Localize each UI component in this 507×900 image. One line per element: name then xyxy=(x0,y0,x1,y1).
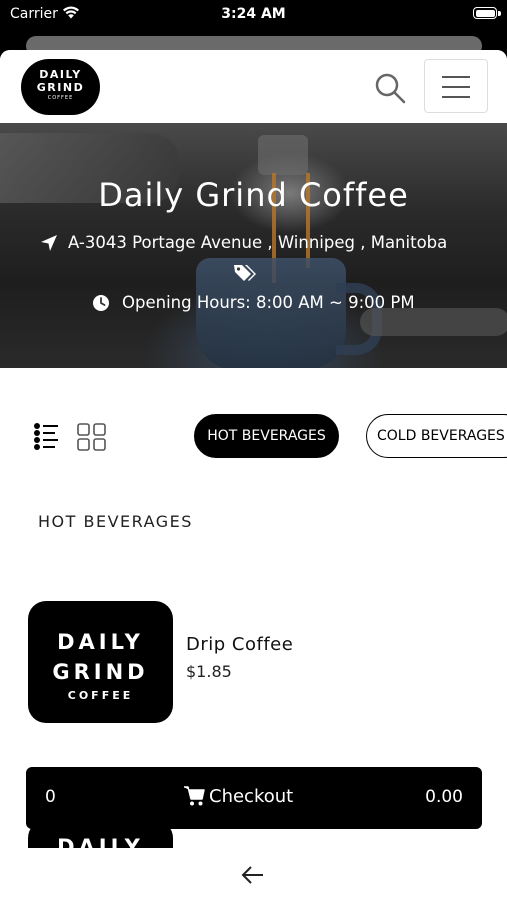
image-text-line3: COFFEE xyxy=(67,689,134,702)
cart-total: 0.00 xyxy=(425,787,463,807)
logo-line1: DAILY xyxy=(39,68,82,81)
tags-icon xyxy=(234,265,256,281)
hours-text: Opening Hours: 8:00 AM ~ 9:00 PM xyxy=(122,293,415,312)
category-cold-beverages[interactable]: COLD BEVERAGES xyxy=(366,414,507,458)
category-hot-beverages[interactable]: HOT BEVERAGES xyxy=(194,414,339,458)
search-icon[interactable] xyxy=(372,70,408,106)
menu-item-image[interactable]: DAILY GRIND COFFEE xyxy=(28,601,173,723)
menu-item-price: $1.85 xyxy=(186,662,232,681)
hero-banner: Daily Grind Coffee A-3043 Portage Avenue… xyxy=(0,123,507,368)
menu-item-name[interactable]: Drip Coffee xyxy=(186,634,293,655)
image-text-line2: GRIND xyxy=(52,660,149,684)
hamburger-menu-button[interactable] xyxy=(424,59,488,113)
cart-count: 0 xyxy=(45,787,56,807)
back-arrow-icon[interactable] xyxy=(241,864,265,886)
clock-time: 3:24 AM xyxy=(221,6,286,22)
grid-view-icon[interactable] xyxy=(77,423,106,451)
battery-cap xyxy=(498,11,501,16)
bottom-nav-bar xyxy=(0,848,507,900)
hamburger-line xyxy=(442,76,470,78)
app-sheet: DAILY GRIND COFFEE Daily Grind Coffee A-… xyxy=(0,50,507,900)
drip-tray xyxy=(360,308,507,336)
list-view-icon[interactable] xyxy=(33,422,59,452)
address-text: A-3043 Portage Avenue , Winnipeg , Manit… xyxy=(68,233,448,252)
logo-line3: COFFEE xyxy=(47,95,74,101)
checkout-label: Checkout xyxy=(209,786,294,807)
brand-logo[interactable]: DAILY GRIND COFFEE xyxy=(21,59,100,115)
battery-icon xyxy=(473,7,497,19)
coffee-cup-photo xyxy=(196,258,346,368)
section-title: HOT BEVERAGES xyxy=(38,512,193,531)
store-name: Daily Grind Coffee xyxy=(98,176,409,214)
logo-line2: GRIND xyxy=(36,81,85,94)
status-bar: Carrier 3:24 AM xyxy=(0,0,507,30)
location-arrow-icon xyxy=(41,235,57,251)
top-bar: DAILY GRIND COFFEE xyxy=(0,50,507,123)
image-text-line1: DAILY xyxy=(57,630,144,654)
cart-icon xyxy=(184,786,205,806)
checkout-bar[interactable]: 0 Checkout 0.00 xyxy=(26,767,482,829)
hamburger-line xyxy=(442,86,470,88)
clock-icon xyxy=(93,295,109,311)
machine-spout xyxy=(258,135,308,175)
hamburger-line xyxy=(442,96,470,98)
